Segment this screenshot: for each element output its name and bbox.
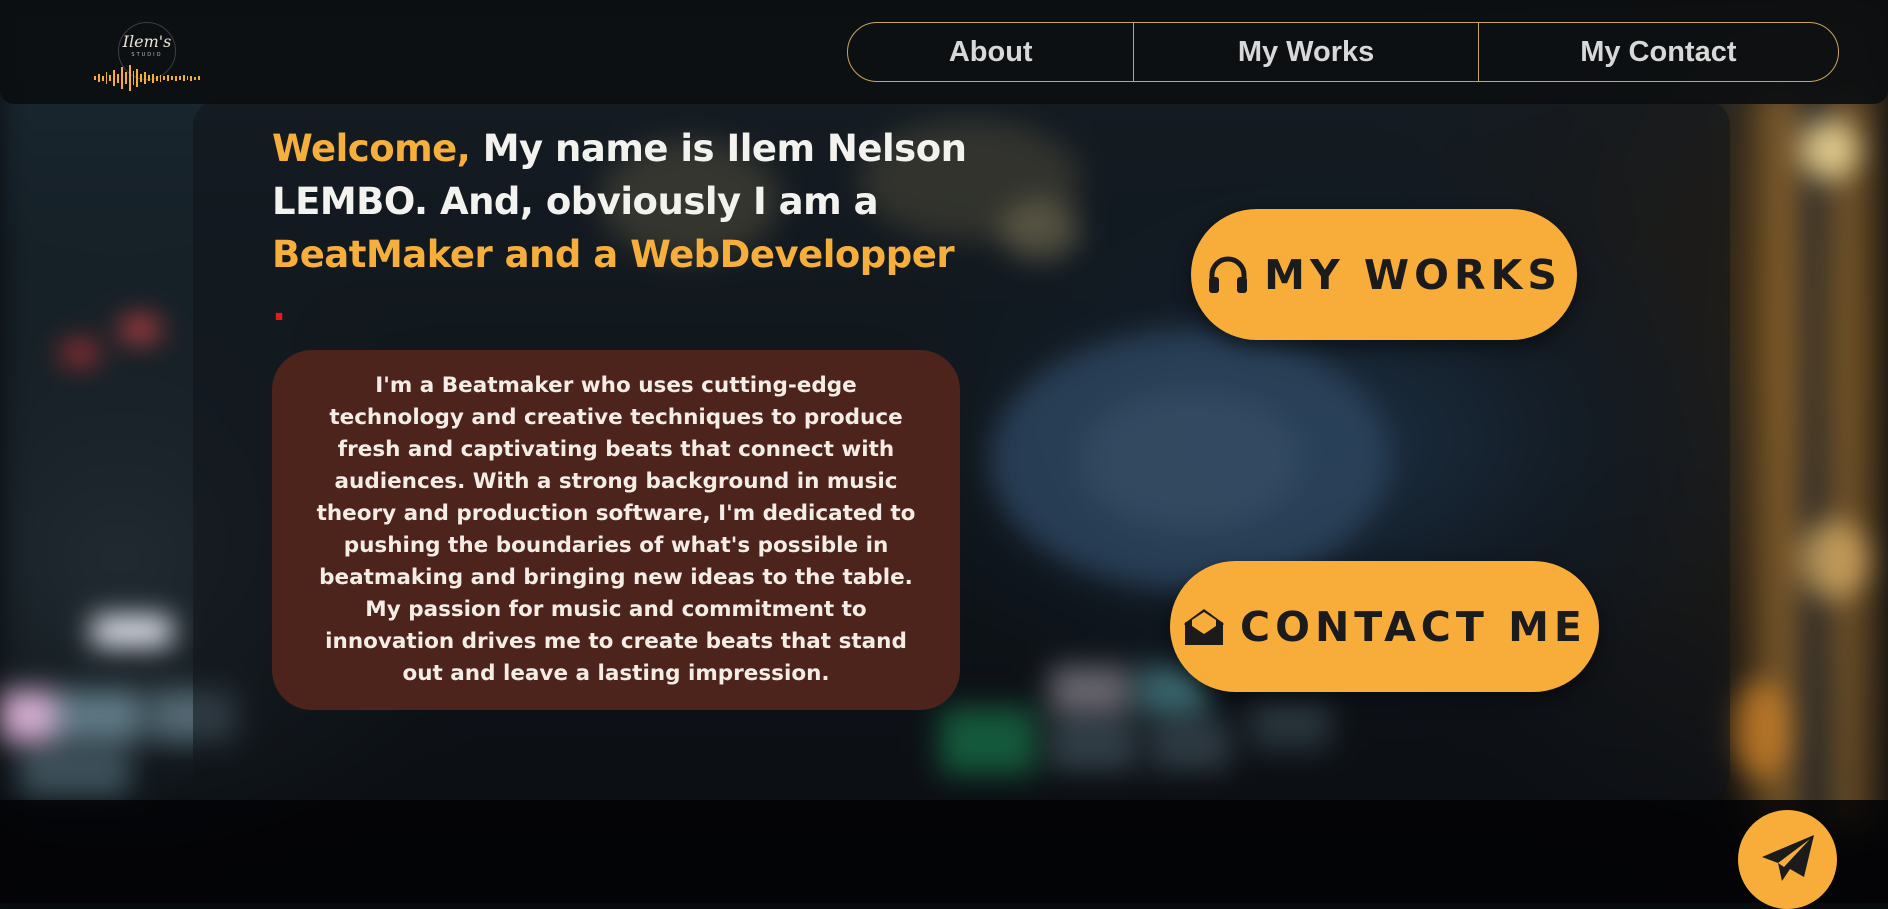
contact-me-button[interactable]: CONTACT ME bbox=[1170, 561, 1599, 692]
my-works-label: MY WORKS bbox=[1264, 250, 1562, 299]
bio-card: I'm a Beatmaker who uses cutting-edge te… bbox=[272, 350, 960, 710]
nav-my-works[interactable]: My Works bbox=[1134, 23, 1479, 81]
headline-welcome: Welcome, bbox=[272, 127, 471, 170]
headphones-icon bbox=[1206, 253, 1250, 297]
bottom-shade bbox=[0, 800, 1888, 903]
paper-plane-icon bbox=[1760, 833, 1816, 887]
nav-about[interactable]: About bbox=[848, 23, 1135, 81]
site-header: Ilem's STUDIO About My Works My Contact bbox=[0, 0, 1888, 104]
headline-roles: BeatMaker and a WebDevelopper bbox=[272, 233, 955, 276]
logo-script: Ilem's bbox=[122, 32, 172, 51]
send-message-button[interactable] bbox=[1738, 810, 1837, 909]
bio-text: I'm a Beatmaker who uses cutting-edge te… bbox=[316, 373, 916, 686]
logo-subtitle: STUDIO bbox=[131, 52, 163, 58]
my-works-button[interactable]: MY WORKS bbox=[1191, 209, 1577, 340]
nav-my-contact[interactable]: My Contact bbox=[1479, 23, 1838, 81]
studio-logo[interactable]: Ilem's STUDIO bbox=[92, 18, 202, 91]
sound-wave-icon bbox=[94, 62, 201, 94]
headline-dot: . bbox=[272, 286, 286, 329]
hero-headline: Welcome, My name is Ilem Nelson LEMBO. A… bbox=[272, 122, 972, 334]
main-nav: About My Works My Contact bbox=[847, 22, 1839, 82]
envelope-open-icon bbox=[1182, 605, 1226, 649]
contact-me-label: CONTACT ME bbox=[1240, 602, 1587, 651]
